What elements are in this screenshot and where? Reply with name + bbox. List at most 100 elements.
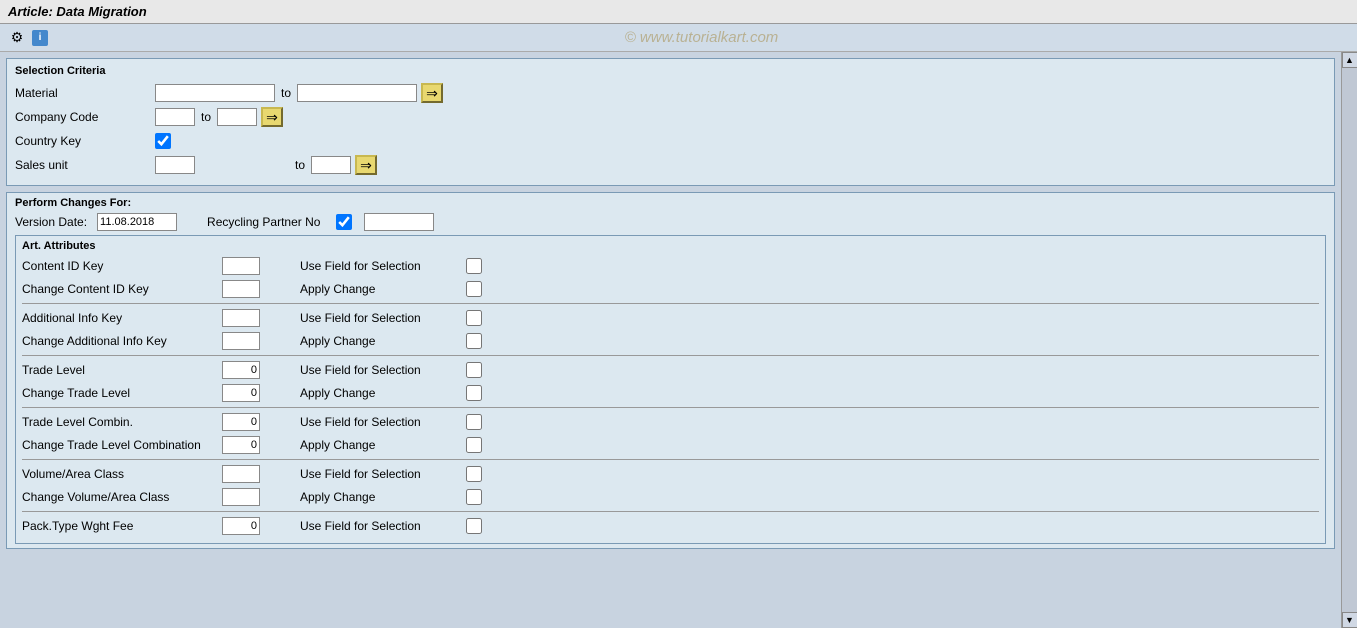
use-field-selection-label-5: Use Field for Selection xyxy=(300,519,460,533)
apply-change-checkbox-3[interactable] xyxy=(466,437,482,453)
trade-level-combin-label: Trade Level Combin. xyxy=(22,415,222,429)
use-field-selection-label-2: Use Field for Selection xyxy=(300,363,460,377)
attr-row-8: Volume/Area Class Use Field for Selectio… xyxy=(22,464,1319,484)
separator-1 xyxy=(22,303,1319,304)
toolbar: ⚙ i © www.tutorialkart.com xyxy=(0,24,1357,52)
apply-change-label-3: Apply Change xyxy=(300,438,460,452)
attr-row-7: Change Trade Level Combination Apply Cha… xyxy=(22,435,1319,455)
selection-criteria-title: Selection Criteria xyxy=(15,65,1326,77)
attr-row-9: Change Volume/Area Class Apply Change xyxy=(22,487,1319,507)
change-volume-area-class-label: Change Volume/Area Class xyxy=(22,490,222,504)
use-field-selection-label-4: Use Field for Selection xyxy=(300,467,460,481)
attr-row-5: Change Trade Level Apply Change xyxy=(22,383,1319,403)
change-trade-level-combination-input[interactable] xyxy=(222,436,260,454)
apply-change-checkbox-1[interactable] xyxy=(466,333,482,349)
material-to-input[interactable] xyxy=(297,84,417,102)
content-id-key-label: Content ID Key xyxy=(22,259,222,273)
sales-unit-label: Sales unit xyxy=(15,158,155,172)
scroll-up-button[interactable]: ▲ xyxy=(1342,52,1357,68)
separator-5 xyxy=(22,511,1319,512)
perform-changes-section: Perform Changes For: Version Date: Recyc… xyxy=(6,192,1335,549)
company-code-row: Company Code to ⇒ xyxy=(15,107,1326,127)
attr-row-2: Additional Info Key Use Field for Select… xyxy=(22,308,1319,328)
country-key-row: Country Key xyxy=(15,131,1326,151)
sales-unit-from-input[interactable] xyxy=(155,156,195,174)
change-content-id-key-input[interactable] xyxy=(222,280,260,298)
art-attributes-box: Art. Attributes Content ID Key Use Field… xyxy=(15,235,1326,544)
perform-changes-title: Perform Changes For: xyxy=(15,197,1326,209)
apply-change-checkbox-2[interactable] xyxy=(466,385,482,401)
apply-change-label-1: Apply Change xyxy=(300,334,460,348)
company-code-label: Company Code xyxy=(15,110,155,124)
title-bar: Article: Data Migration xyxy=(0,0,1357,24)
recycling-partner-input[interactable] xyxy=(364,213,434,231)
material-to-label: to xyxy=(281,86,291,100)
change-additional-info-key-label: Change Additional Info Key xyxy=(22,334,222,348)
change-trade-level-combination-label: Change Trade Level Combination xyxy=(22,438,222,452)
scroll-down-button[interactable]: ▼ xyxy=(1342,612,1357,628)
apply-change-checkbox-0[interactable] xyxy=(466,281,482,297)
change-content-id-key-label: Change Content ID Key xyxy=(22,282,222,296)
change-additional-info-key-input[interactable] xyxy=(222,332,260,350)
scrollbar[interactable]: ▲ ▼ xyxy=(1341,52,1357,628)
use-field-selection-label-1: Use Field for Selection xyxy=(300,311,460,325)
sales-unit-arrow-button[interactable]: ⇒ xyxy=(355,155,377,175)
material-from-input[interactable] xyxy=(155,84,275,102)
watermark: © www.tutorialkart.com xyxy=(54,29,1349,46)
additional-info-key-label: Additional Info Key xyxy=(22,311,222,325)
apply-change-label-0: Apply Change xyxy=(300,282,460,296)
use-field-selection-checkbox-0[interactable] xyxy=(466,258,482,274)
selection-criteria-section: Selection Criteria Material to ⇒ Company… xyxy=(6,58,1335,186)
page-title: Article: Data Migration xyxy=(8,4,147,19)
material-row: Material to ⇒ xyxy=(15,83,1326,103)
art-attributes-title: Art. Attributes xyxy=(22,240,1319,252)
company-to-label: to xyxy=(201,110,211,124)
apply-change-checkbox-4[interactable] xyxy=(466,489,482,505)
attr-row-3: Change Additional Info Key Apply Change xyxy=(22,331,1319,351)
use-field-selection-checkbox-4[interactable] xyxy=(466,466,482,482)
attr-row-10: Pack.Type Wght Fee Use Field for Selecti… xyxy=(22,516,1319,536)
pack-type-wght-fee-label: Pack.Type Wght Fee xyxy=(22,519,222,533)
sales-unit-to-label: to xyxy=(295,158,305,172)
material-arrow-button[interactable]: ⇒ xyxy=(421,83,443,103)
use-field-selection-label-3: Use Field for Selection xyxy=(300,415,460,429)
material-label: Material xyxy=(15,86,155,100)
version-date-input[interactable] xyxy=(97,213,177,231)
use-field-selection-label-0: Use Field for Selection xyxy=(300,259,460,273)
use-field-selection-checkbox-5[interactable] xyxy=(466,518,482,534)
country-key-label: Country Key xyxy=(15,134,155,148)
trade-level-combin-input[interactable] xyxy=(222,413,260,431)
volume-area-class-input[interactable] xyxy=(222,465,260,483)
trade-level-input[interactable] xyxy=(222,361,260,379)
country-key-checkbox[interactable] xyxy=(155,133,171,149)
use-field-selection-checkbox-3[interactable] xyxy=(466,414,482,430)
sales-unit-to-input[interactable] xyxy=(311,156,351,174)
version-date-label: Version Date: xyxy=(15,215,87,229)
info-icon[interactable]: i xyxy=(32,30,48,46)
recycling-partner-checkbox[interactable] xyxy=(336,214,352,230)
scroll-track xyxy=(1342,68,1357,612)
sales-unit-row: Sales unit to ⇒ xyxy=(15,155,1326,175)
recycling-partner-label: Recycling Partner No xyxy=(207,215,320,229)
use-field-selection-checkbox-2[interactable] xyxy=(466,362,482,378)
use-field-selection-checkbox-1[interactable] xyxy=(466,310,482,326)
change-trade-level-input[interactable] xyxy=(222,384,260,402)
separator-4 xyxy=(22,459,1319,460)
company-code-to-input[interactable] xyxy=(217,108,257,126)
volume-area-class-label: Volume/Area Class xyxy=(22,467,222,481)
company-code-arrow-button[interactable]: ⇒ xyxy=(261,107,283,127)
trade-level-label: Trade Level xyxy=(22,363,222,377)
additional-info-key-input[interactable] xyxy=(222,309,260,327)
settings-icon[interactable]: ⚙ xyxy=(8,29,26,47)
change-trade-level-label: Change Trade Level xyxy=(22,386,222,400)
change-volume-area-class-input[interactable] xyxy=(222,488,260,506)
pack-type-wght-fee-input[interactable] xyxy=(222,517,260,535)
attr-row-6: Trade Level Combin. Use Field for Select… xyxy=(22,412,1319,432)
apply-change-label-2: Apply Change xyxy=(300,386,460,400)
perform-changes-row: Version Date: Recycling Partner No xyxy=(15,213,1326,231)
attr-row-4: Trade Level Use Field for Selection xyxy=(22,360,1319,380)
attr-row-0: Content ID Key Use Field for Selection xyxy=(22,256,1319,276)
content-id-key-input[interactable] xyxy=(222,257,260,275)
separator-3 xyxy=(22,407,1319,408)
company-code-from-input[interactable] xyxy=(155,108,195,126)
